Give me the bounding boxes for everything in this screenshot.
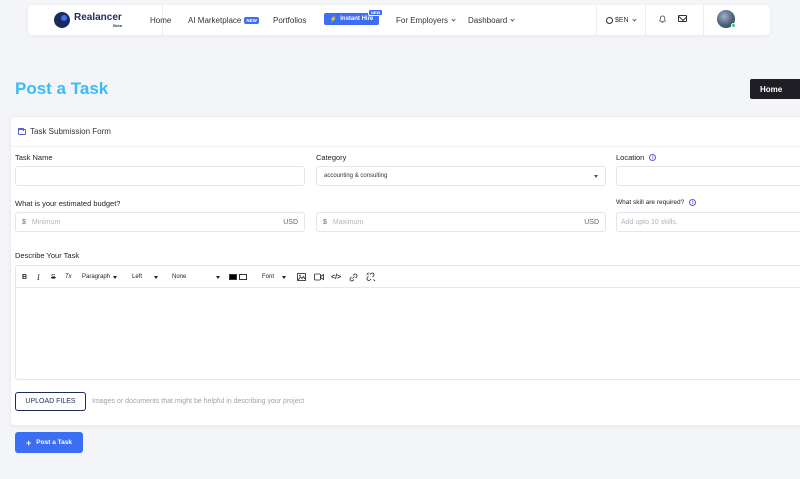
instant-hire-label: Instant Hire (340, 16, 374, 22)
budget-label: What is your estimated budget? (15, 199, 121, 208)
new-badge: NEW (244, 16, 259, 24)
currency-suffix: USD (283, 218, 298, 226)
dollar-prefix: $ (22, 218, 26, 226)
budget-max-placeholder: Maximum (332, 218, 364, 226)
clear-format-icon[interactable]: Tx (65, 266, 72, 288)
skills-label: What skill are required? i (616, 199, 697, 206)
caret-down-icon (594, 175, 598, 178)
brand-name: Realancer (74, 11, 122, 23)
budget-max-input[interactable]: $ Maximum USD (316, 212, 606, 232)
nav-ai-marketplace-label: AI Marketplace (188, 15, 242, 25)
page-title: Post a Task (15, 79, 109, 98)
caret-down-icon (282, 275, 287, 279)
align-select[interactable]: Left (132, 272, 159, 282)
rich-text-editor: B I S Tx Paragraph Left None Font </> (15, 265, 800, 380)
post-task-label: Post a Task (36, 439, 72, 446)
caret-down-icon (216, 275, 221, 279)
describe-label: Describe Your Task (15, 251, 80, 260)
align-value: Left (132, 274, 143, 280)
nav-for-employers-label: For Employers (396, 15, 449, 25)
folder-icon (18, 127, 26, 135)
nav-divider (703, 5, 704, 35)
language-label: $EN (615, 16, 629, 24)
text-color-swatch (229, 274, 237, 280)
strikethrough-icon[interactable]: S (51, 266, 56, 288)
font-value: Font (262, 274, 275, 280)
avatar[interactable] (717, 10, 736, 28)
language-currency-selector[interactable]: $EN (606, 5, 637, 35)
link-icon[interactable] (349, 273, 358, 282)
logo-icon (54, 12, 70, 28)
chevron-down-icon (632, 16, 637, 22)
bell-icon[interactable] (659, 15, 666, 23)
image-icon[interactable] (297, 273, 306, 281)
nav-divider (645, 5, 646, 35)
info-icon[interactable]: i (689, 199, 697, 206)
nav-dashboard[interactable]: Dashboard (468, 5, 515, 35)
chevron-down-icon (451, 16, 456, 22)
breadcrumb-home[interactable]: Home (750, 79, 800, 99)
task-name-label: Task Name (15, 153, 53, 162)
block-format-value: Paragraph (82, 274, 111, 280)
location-input[interactable] (616, 166, 800, 186)
info-icon[interactable]: i (649, 154, 657, 161)
nav-ai-marketplace[interactable]: AI Marketplace NEW (188, 5, 259, 35)
location-label: Location i (616, 153, 657, 162)
plus-icon: + (26, 437, 32, 448)
caret-down-icon (154, 275, 159, 279)
skills-label-text: What skill are required? (616, 199, 685, 206)
upload-files-button[interactable]: UPLOAD FILES (15, 392, 86, 411)
color-picker[interactable] (229, 266, 247, 288)
budget-min-placeholder: Minimum (31, 218, 61, 226)
instant-hire-badge: NEW (368, 9, 384, 16)
card-header: Task Submission Form (11, 117, 800, 147)
dollar-prefix: $ (323, 218, 327, 226)
location-label-text: Location (616, 153, 645, 162)
currency-suffix: USD (584, 218, 599, 226)
spacing-value: None (172, 274, 187, 280)
bold-icon[interactable]: B (22, 266, 27, 288)
caret-down-icon (113, 275, 118, 279)
globe-icon (606, 16, 613, 24)
video-icon[interactable] (314, 273, 324, 281)
code-icon[interactable]: </> (331, 266, 341, 288)
skills-placeholder: Add upto 10 skills. (621, 218, 678, 226)
nav-dashboard-label: Dashboard (468, 15, 508, 25)
card-title: Task Submission Form (30, 127, 111, 136)
category-select[interactable]: accounting & consulting (316, 166, 606, 186)
brand-badge: Beta (113, 22, 122, 28)
brand-logo[interactable]: Realancer Beta (28, 5, 162, 35)
bolt-icon: ⚡ (329, 16, 338, 23)
spacing-select[interactable]: None (172, 272, 221, 282)
skills-input[interactable]: Add upto 10 skills. (616, 212, 800, 232)
editor-toolbar: B I S Tx Paragraph Left None Font </> (16, 266, 800, 288)
nav-portfolios[interactable]: Portfolios (273, 5, 306, 35)
top-navbar: Realancer Beta Home AI Marketplace NEW P… (28, 5, 770, 35)
nav-for-employers[interactable]: For Employers (396, 5, 456, 35)
mail-icon[interactable] (678, 15, 687, 22)
font-select[interactable]: Font (262, 272, 287, 282)
italic-icon[interactable]: I (37, 266, 40, 288)
upload-hint: Images or documents that might be helpfu… (92, 398, 305, 405)
nav-home[interactable]: Home (150, 5, 171, 35)
background-color-swatch (239, 274, 247, 280)
block-format-select[interactable]: Paragraph (82, 272, 118, 282)
category-label: Category (316, 153, 347, 162)
post-task-button[interactable]: + Post a Task (15, 432, 83, 453)
unlink-icon[interactable] (366, 272, 376, 282)
chevron-down-icon (510, 16, 515, 22)
online-status-dot (731, 23, 736, 28)
task-name-input[interactable] (15, 166, 305, 186)
nav-divider (596, 5, 597, 35)
category-selected-value: accounting & consulting (324, 173, 388, 179)
budget-min-input[interactable]: $ Minimum USD (15, 212, 305, 232)
